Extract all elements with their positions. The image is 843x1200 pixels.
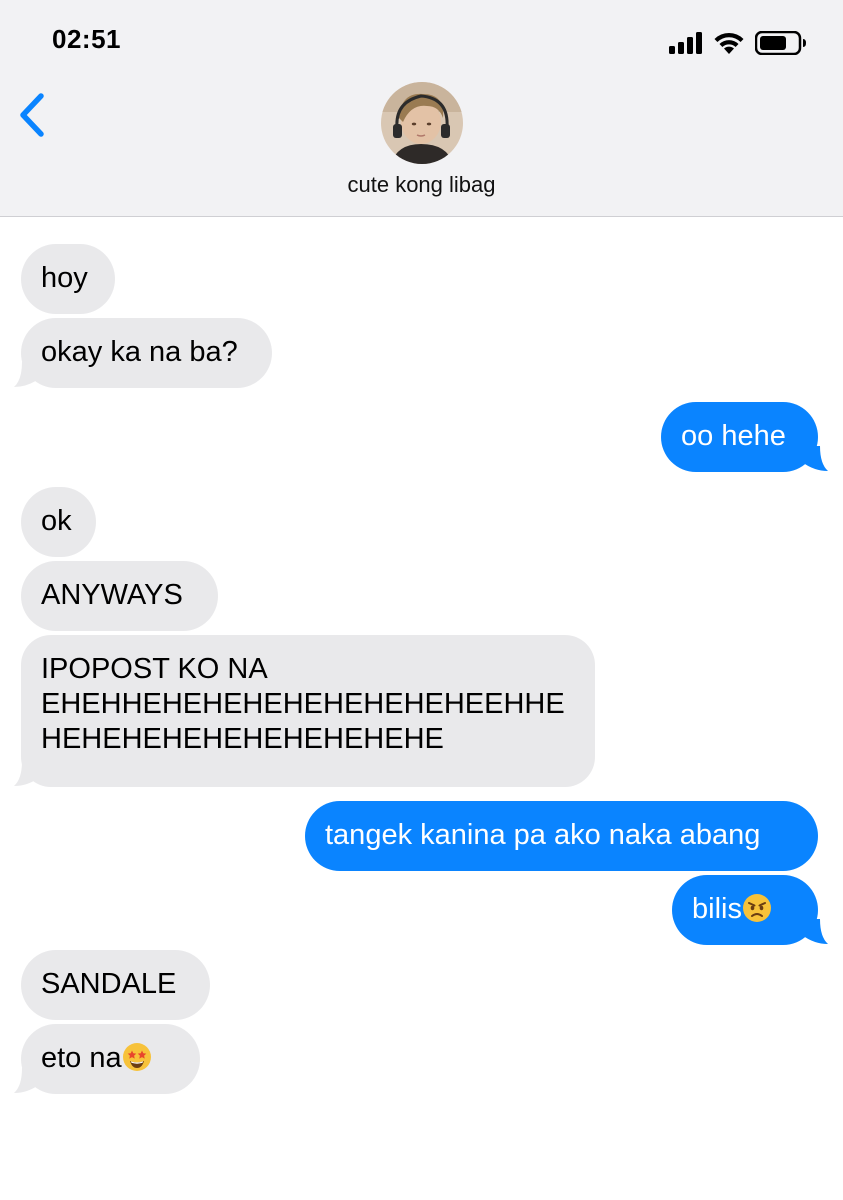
- bubble-tail: [14, 1068, 40, 1093]
- message-text: bilis: [692, 893, 742, 925]
- battery-icon: [755, 31, 806, 55]
- received-message[interactable]: IPOPOST KO NA EHEHHEHEHEHEHEHEHEHEHEEHHE…: [21, 635, 595, 787]
- wifi-icon: [714, 32, 744, 54]
- message-text: ANYWAYS: [41, 579, 183, 611]
- contact-avatar[interactable]: [381, 82, 463, 164]
- bubble-tail: [14, 362, 40, 387]
- sent-message[interactable]: bilis: [672, 875, 818, 945]
- message-text: tangek kanina pa ako naka abang: [325, 819, 761, 851]
- received-message[interactable]: ANYWAYS: [21, 561, 218, 631]
- received-message[interactable]: SANDALE: [21, 950, 210, 1020]
- received-message[interactable]: hoy: [21, 244, 115, 314]
- sent-message[interactable]: oo hehe: [661, 402, 818, 472]
- status-icons: [669, 28, 807, 58]
- contact-name[interactable]: cute kong libag: [0, 172, 843, 198]
- status-time: 02:51: [52, 24, 121, 54]
- message-line: HEHEHEHEHEHEHEHEHEHE: [41, 723, 444, 755]
- bubble-tail: [802, 919, 828, 944]
- chevron-left-icon[interactable]: [14, 90, 50, 140]
- conversation-header: 02:51 cute kong libag: [0, 0, 843, 217]
- received-message[interactable]: eto na: [21, 1024, 200, 1094]
- message-line: EHEHHEHEHEHEHEHEHEHEHEEHHE: [41, 688, 565, 720]
- message-text: okay ka na ba?: [41, 336, 238, 368]
- message-text: eto na: [41, 1042, 122, 1074]
- star-struck-emoji: [122, 1043, 151, 1071]
- received-message[interactable]: okay ka na ba?: [21, 318, 272, 388]
- bubble-tail: [14, 761, 40, 786]
- message-text: SANDALE: [41, 968, 177, 1000]
- message-line: IPOPOST KO NA: [41, 653, 268, 685]
- sent-message[interactable]: tangek kanina pa ako naka abang: [305, 801, 818, 871]
- bubble-tail: [802, 446, 828, 471]
- message-text: hoy: [41, 262, 88, 294]
- cellular-signal-icon: [669, 32, 702, 54]
- message-text: ok: [41, 505, 72, 537]
- message-text: oo hehe: [681, 420, 786, 452]
- received-message[interactable]: ok: [21, 487, 96, 557]
- angry-face-emoji: [742, 894, 771, 922]
